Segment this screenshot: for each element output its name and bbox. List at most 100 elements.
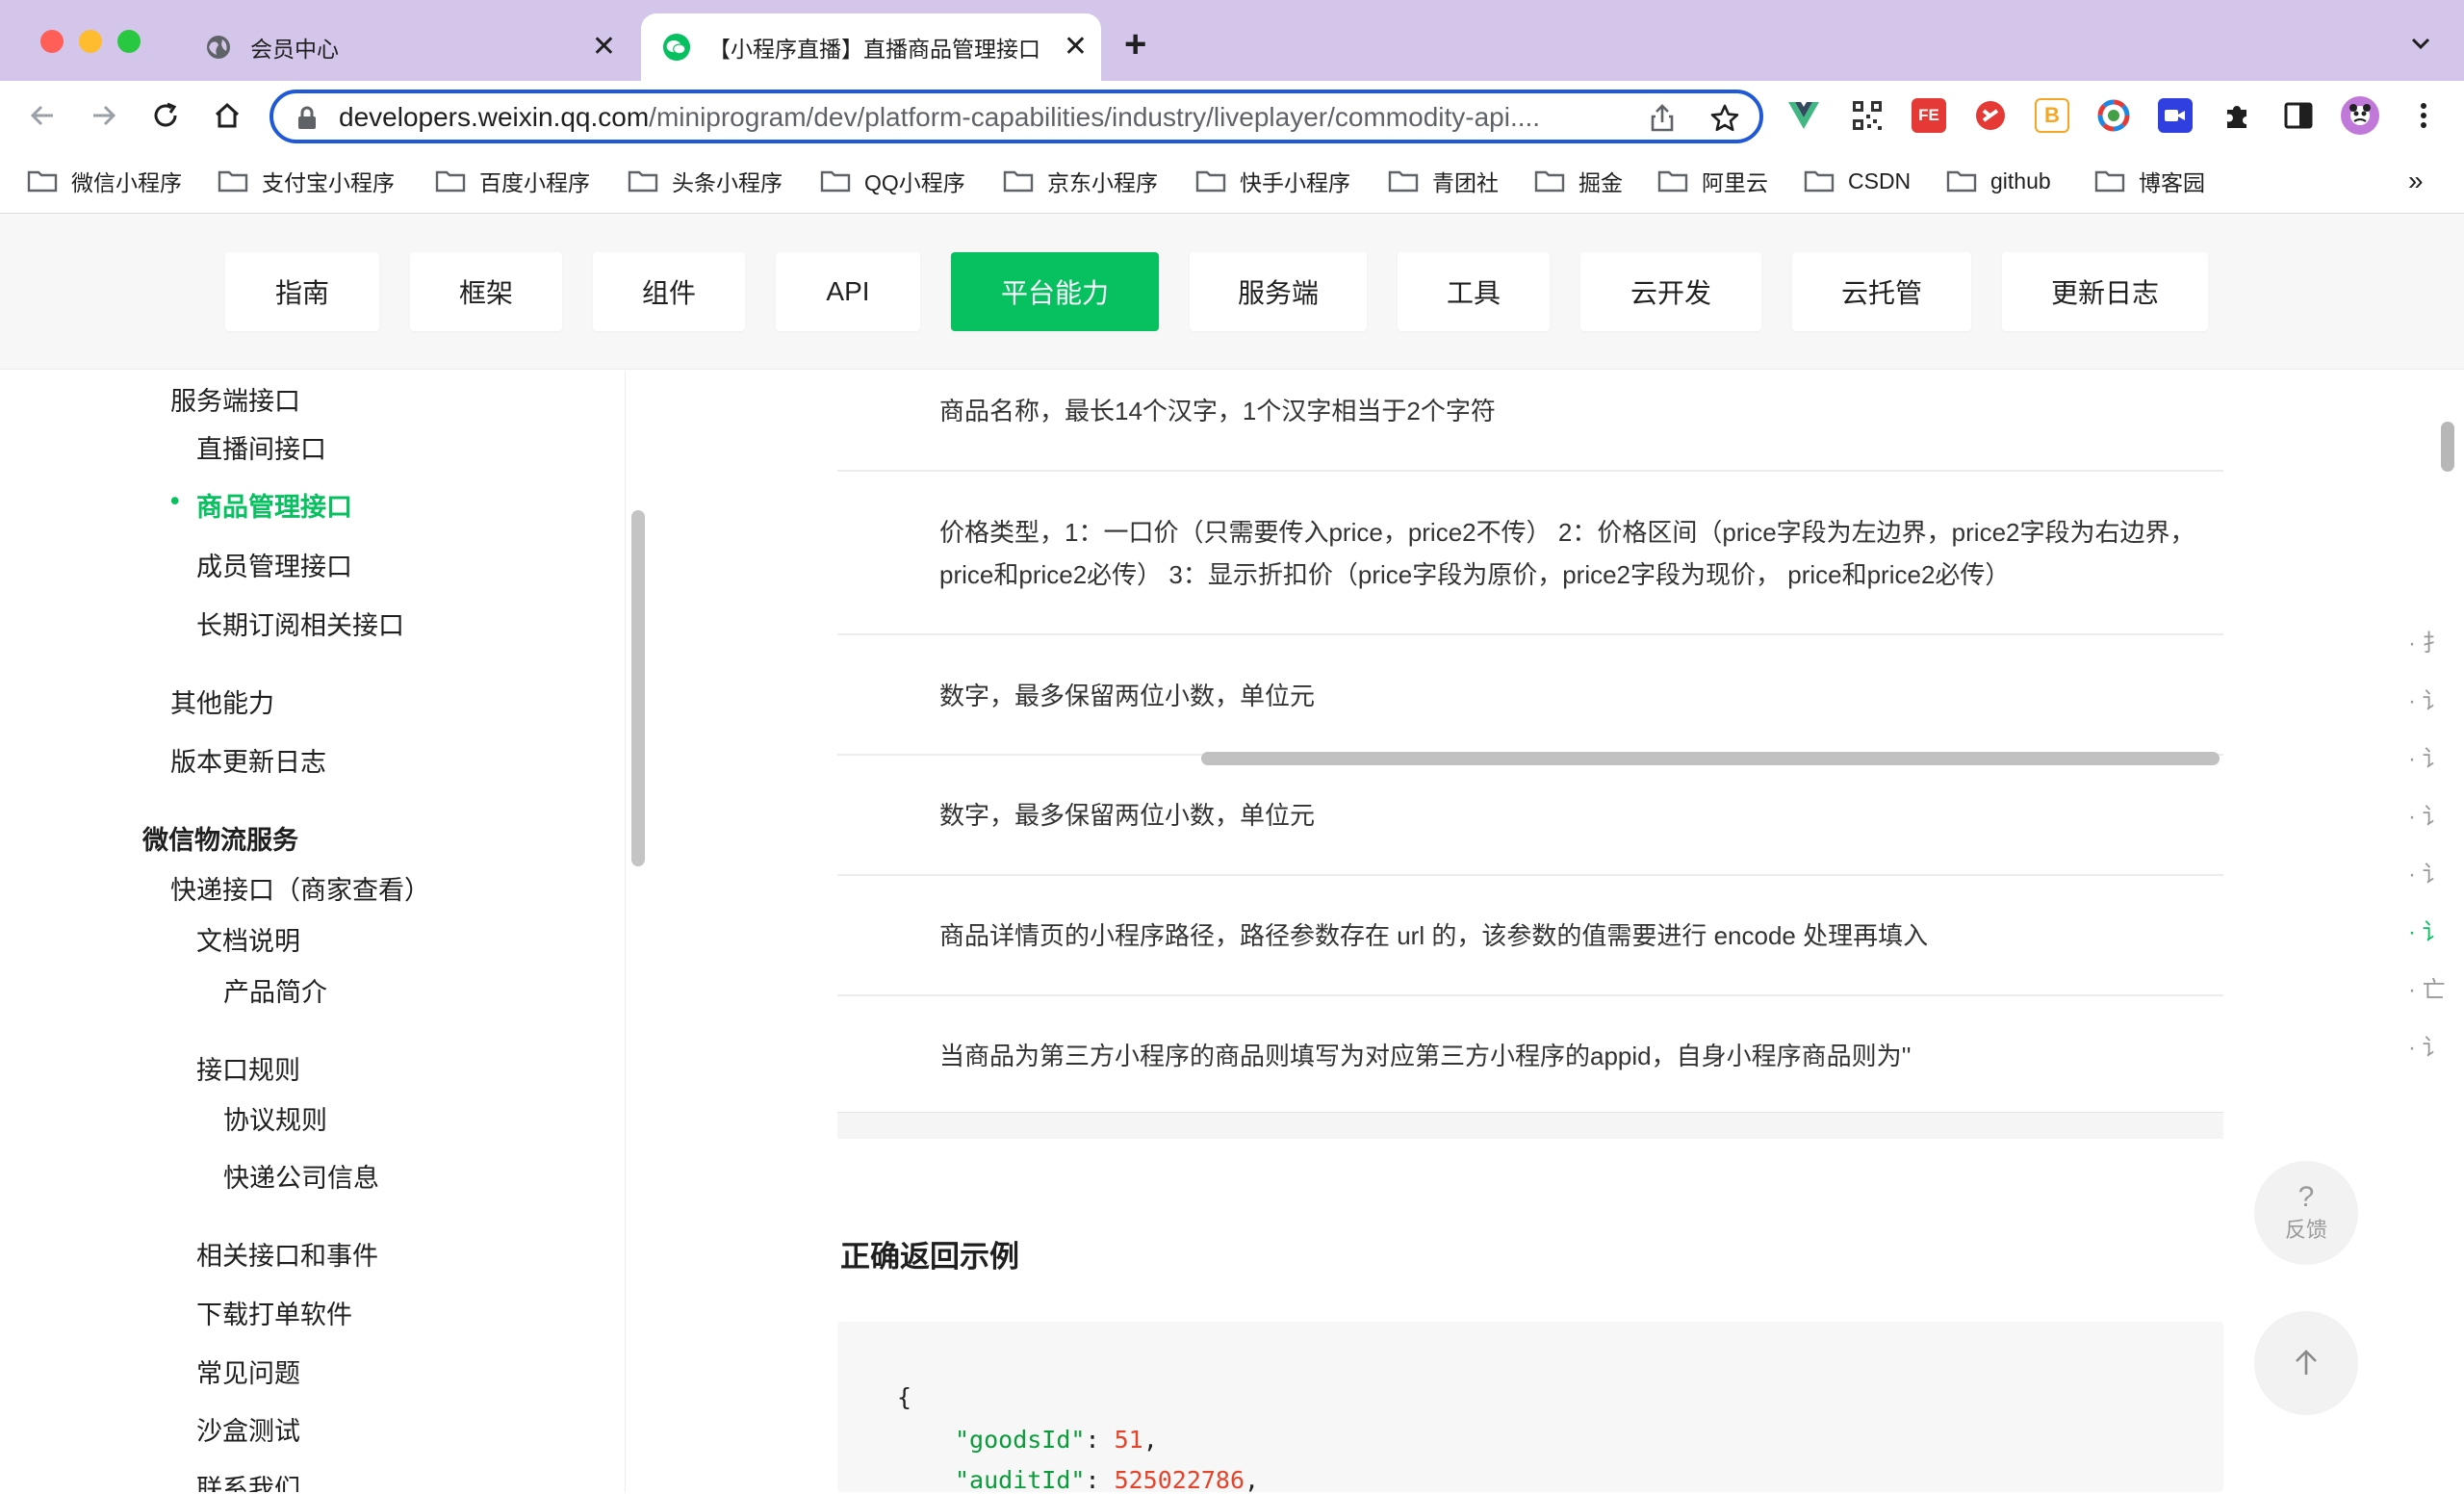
sidebar-item-version-log[interactable]: 版本更新日志	[170, 741, 326, 779]
nav-framework[interactable]: 框架	[410, 252, 562, 331]
toc-item-active[interactable]: · 讠	[2408, 913, 2446, 946]
sidebar-item-doc-intro[interactable]: 文档说明	[196, 920, 300, 958]
folder-icon	[2094, 170, 2125, 193]
nav-platform-capabilities[interactable]: 平台能力	[951, 252, 1159, 331]
nav-changelog[interactable]: 更新日志	[2002, 252, 2208, 331]
video-extension-icon[interactable]	[2158, 98, 2193, 133]
bookmark-folder[interactable]: 京东小程序	[1003, 162, 1158, 200]
nav-cloud-dev[interactable]: 云开发	[1580, 252, 1761, 331]
toc-item[interactable]: · 讠	[2408, 855, 2446, 889]
red-circle-extension-icon[interactable]	[1973, 98, 2008, 133]
bookmark-folder[interactable]: 支付宝小程序	[218, 162, 395, 200]
toc-item[interactable]: · 讠	[2408, 1028, 2446, 1062]
arrow-left-icon	[30, 105, 53, 126]
code-brace: {	[897, 1383, 912, 1411]
tab-title: 会员中心	[250, 37, 339, 62]
qr-code-icon[interactable]	[1850, 98, 1885, 133]
bookmark-folder[interactable]: QQ小程序	[820, 162, 965, 200]
sidebar-item-related-events[interactable]: 相关接口和事件	[196, 1235, 378, 1273]
bookmark-folder[interactable]: 微信小程序	[27, 162, 182, 200]
address-bar[interactable]: developers.weixin.qq.com/miniprogram/dev…	[270, 90, 1763, 143]
sidebar-item-commodity-api[interactable]: 商品管理接口	[196, 486, 352, 524]
close-tab-icon[interactable]: ✕	[1064, 33, 1088, 62]
page-scrollbar[interactable]	[2441, 422, 2454, 472]
nav-tools[interactable]: 工具	[1398, 252, 1550, 331]
toc-item[interactable]: · 讠	[2408, 739, 2446, 773]
bookmark-folder[interactable]: CSDN	[1804, 162, 1911, 200]
feedback-button[interactable]: ? 反馈	[2254, 1161, 2358, 1265]
sidebar-item-other-capabilities[interactable]: 其他能力	[170, 683, 274, 720]
extensions-puzzle-icon[interactable]	[2220, 98, 2254, 133]
site-info-icon[interactable]	[296, 106, 318, 136]
table-divider	[837, 470, 2223, 472]
nav-server[interactable]: 服务端	[1190, 252, 1367, 331]
nav-components[interactable]: 组件	[593, 252, 745, 331]
nav-cloud-hosting[interactable]: 云托管	[1792, 252, 1971, 331]
maximize-window-button[interactable]	[117, 30, 141, 53]
close-window-button[interactable]	[40, 30, 64, 53]
tab-search-button[interactable]	[2406, 29, 2435, 58]
wechat-icon	[662, 33, 691, 62]
code-value: 51	[1114, 1426, 1143, 1454]
close-tab-icon[interactable]: ✕	[592, 33, 616, 62]
sidebar-item-logistics[interactable]: 微信物流服务	[142, 819, 298, 857]
toc-item[interactable]: · 亡	[2408, 970, 2446, 1004]
bookmark-folder[interactable]: 阿里云	[1657, 162, 1768, 200]
forward-button[interactable]	[83, 94, 125, 137]
sidebar-item-api-rules[interactable]: 接口规则	[196, 1049, 300, 1087]
vue-devtools-icon[interactable]	[1786, 98, 1821, 133]
toc-item[interactable]: · 讠	[2408, 797, 2446, 831]
sidebar-item-contact[interactable]: 联系我们	[196, 1468, 300, 1492]
table-horizontal-scrollbar[interactable]	[1201, 752, 2220, 765]
bookmarks-overflow-button[interactable]: »	[2408, 162, 2424, 200]
minimize-window-button[interactable]	[79, 30, 102, 53]
bookmark-folder[interactable]: 快手小程序	[1195, 162, 1350, 200]
sidebar-item-sandbox[interactable]: 沙盒测试	[196, 1410, 300, 1448]
new-tab-button[interactable]: +	[1124, 25, 1146, 64]
sidebar-item-faq[interactable]: 常见问题	[196, 1352, 300, 1390]
sidebar-item-live-room-api[interactable]: 直播间接口	[196, 428, 326, 466]
profile-avatar[interactable]	[2341, 96, 2379, 135]
sidebar-active-bullet: •	[170, 486, 180, 515]
reload-button[interactable]	[144, 94, 187, 137]
sidebar-item-member-api[interactable]: 成员管理接口	[196, 546, 352, 583]
bookmark-folder[interactable]: 头条小程序	[628, 162, 783, 200]
back-button[interactable]	[21, 94, 64, 137]
sidebar-item-download-software[interactable]: 下载打单软件	[196, 1294, 352, 1331]
back-to-top-button[interactable]	[2254, 1311, 2358, 1415]
b-extension-icon[interactable]: B	[2035, 98, 2069, 133]
tab-strip: 会员中心 ✕ 【小程序直播】直播商品管理接口 ✕ +	[0, 0, 2464, 81]
kebab-menu-icon[interactable]	[2406, 98, 2441, 133]
sidebar-item-server-api[interactable]: 服务端接口	[170, 380, 300, 418]
bookmark-folder[interactable]: 百度小程序	[435, 162, 590, 200]
tab-member-center[interactable]: 会员中心 ✕	[192, 13, 635, 81]
sidebar-item-express-api[interactable]: 快递接口（商家查看）	[170, 869, 430, 907]
toc-item[interactable]: · 讠	[2408, 682, 2446, 715]
sidebar-item-protocol-rules[interactable]: 协议规则	[223, 1099, 327, 1137]
bookmark-folder[interactable]: github	[1946, 162, 2051, 200]
bookmark-folder[interactable]: 青团社	[1388, 162, 1499, 200]
home-button[interactable]	[206, 94, 248, 137]
sidebar-item-subscription-api[interactable]: 长期订阅相关接口	[196, 605, 404, 642]
nav-guide[interactable]: 指南	[225, 252, 379, 331]
share-icon[interactable]	[1648, 103, 1677, 139]
folder-icon	[1195, 170, 1226, 193]
fehelper-icon[interactable]: FE	[1912, 98, 1946, 133]
chevron-down-icon	[2411, 38, 2430, 50]
sidebar-item-product-intro[interactable]: 产品简介	[223, 971, 327, 1009]
color-picker-icon[interactable]	[2096, 98, 2131, 133]
nav-api[interactable]: API	[776, 252, 920, 331]
table-horizontal-scroll-track	[837, 1112, 2223, 1139]
url-text: developers.weixin.qq.com/miniprogram/dev…	[339, 102, 1590, 133]
tab-commodity-api[interactable]: 【小程序直播】直播商品管理接口 ✕	[641, 13, 1101, 81]
folder-icon	[1804, 170, 1835, 193]
sidebar-item-express-company[interactable]: 快递公司信息	[223, 1157, 379, 1195]
toc-item[interactable]: · 扌	[2408, 624, 2446, 657]
folder-icon	[628, 170, 658, 193]
bookmark-folder[interactable]: 博客园	[2094, 162, 2205, 200]
bookmark-folder[interactable]: 掘金	[1534, 162, 1623, 200]
url-path: /miniprogram/dev/platform-capabilities/i…	[649, 102, 1541, 132]
side-panel-icon[interactable]	[2281, 98, 2316, 133]
bookmark-star-icon[interactable]	[1709, 103, 1740, 139]
sidebar-scrollbar[interactable]	[631, 510, 645, 866]
